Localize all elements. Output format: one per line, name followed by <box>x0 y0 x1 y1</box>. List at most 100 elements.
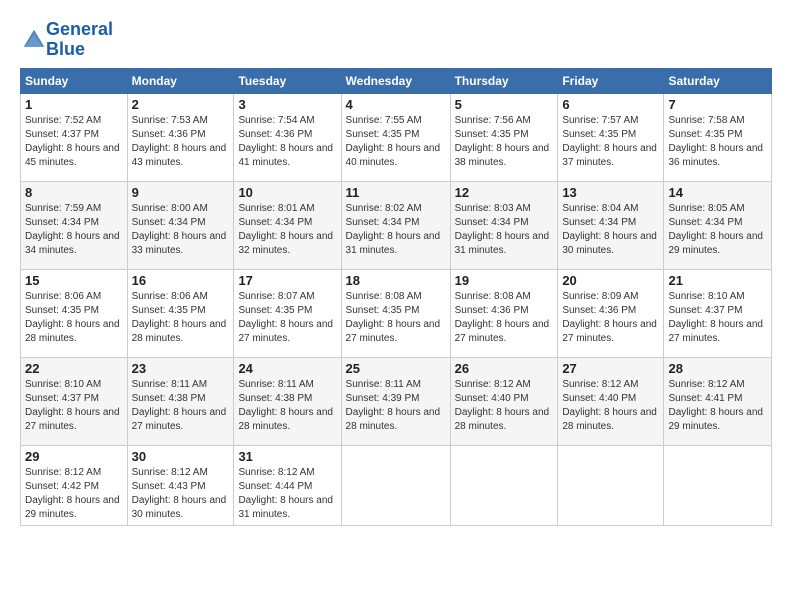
calendar-cell: 2 Sunrise: 7:53 AM Sunset: 4:36 PM Dayli… <box>127 93 234 181</box>
calendar-cell: 16 Sunrise: 8:06 AM Sunset: 4:35 PM Dayl… <box>127 269 234 357</box>
day-number: 20 <box>562 273 659 288</box>
calendar-cell: 19 Sunrise: 8:08 AM Sunset: 4:36 PM Dayl… <box>450 269 558 357</box>
calendar-cell: 12 Sunrise: 8:03 AM Sunset: 4:34 PM Dayl… <box>450 181 558 269</box>
day-info: Sunrise: 8:07 AM Sunset: 4:35 PM Dayligh… <box>238 290 336 346</box>
day-number: 28 <box>668 361 767 376</box>
day-number: 30 <box>132 449 230 464</box>
day-info: Sunrise: 8:06 AM Sunset: 4:35 PM Dayligh… <box>25 290 123 346</box>
day-info: Sunrise: 8:06 AM Sunset: 4:35 PM Dayligh… <box>132 290 230 346</box>
calendar-cell: 10 Sunrise: 8:01 AM Sunset: 4:34 PM Dayl… <box>234 181 341 269</box>
calendar-cell: 30 Sunrise: 8:12 AM Sunset: 4:43 PM Dayl… <box>127 445 234 525</box>
day-number: 5 <box>455 97 554 112</box>
day-info: Sunrise: 8:11 AM Sunset: 4:39 PM Dayligh… <box>346 378 446 434</box>
day-info: Sunrise: 8:08 AM Sunset: 4:36 PM Dayligh… <box>455 290 554 346</box>
day-number: 27 <box>562 361 659 376</box>
day-number: 11 <box>346 185 446 200</box>
calendar-cell: 7 Sunrise: 7:58 AM Sunset: 4:35 PM Dayli… <box>664 93 772 181</box>
day-number: 26 <box>455 361 554 376</box>
calendar-cell: 23 Sunrise: 8:11 AM Sunset: 4:38 PM Dayl… <box>127 357 234 445</box>
calendar-cell: 1 Sunrise: 7:52 AM Sunset: 4:37 PM Dayli… <box>21 93 128 181</box>
day-info: Sunrise: 7:52 AM Sunset: 4:37 PM Dayligh… <box>25 114 123 170</box>
day-info: Sunrise: 7:57 AM Sunset: 4:35 PM Dayligh… <box>562 114 659 170</box>
day-info: Sunrise: 8:10 AM Sunset: 4:37 PM Dayligh… <box>668 290 767 346</box>
day-info: Sunrise: 7:59 AM Sunset: 4:34 PM Dayligh… <box>25 202 123 258</box>
day-info: Sunrise: 8:10 AM Sunset: 4:37 PM Dayligh… <box>25 378 123 434</box>
calendar-cell: 18 Sunrise: 8:08 AM Sunset: 4:35 PM Dayl… <box>341 269 450 357</box>
calendar-cell: 6 Sunrise: 7:57 AM Sunset: 4:35 PM Dayli… <box>558 93 664 181</box>
day-info: Sunrise: 8:12 AM Sunset: 4:40 PM Dayligh… <box>455 378 554 434</box>
calendar-header-saturday: Saturday <box>664 68 772 93</box>
day-info: Sunrise: 8:05 AM Sunset: 4:34 PM Dayligh… <box>668 202 767 258</box>
day-number: 14 <box>668 185 767 200</box>
calendar-cell: 24 Sunrise: 8:11 AM Sunset: 4:38 PM Dayl… <box>234 357 341 445</box>
day-info: Sunrise: 8:09 AM Sunset: 4:36 PM Dayligh… <box>562 290 659 346</box>
day-number: 9 <box>132 185 230 200</box>
day-number: 31 <box>238 449 336 464</box>
day-number: 25 <box>346 361 446 376</box>
calendar-cell: 17 Sunrise: 8:07 AM Sunset: 4:35 PM Dayl… <box>234 269 341 357</box>
calendar-header-sunday: Sunday <box>21 68 128 93</box>
calendar-cell <box>341 445 450 525</box>
day-number: 16 <box>132 273 230 288</box>
calendar-week-4: 22 Sunrise: 8:10 AM Sunset: 4:37 PM Dayl… <box>21 357 772 445</box>
day-info: Sunrise: 8:00 AM Sunset: 4:34 PM Dayligh… <box>132 202 230 258</box>
day-info: Sunrise: 7:53 AM Sunset: 4:36 PM Dayligh… <box>132 114 230 170</box>
logo-text: General Blue <box>46 20 113 60</box>
day-info: Sunrise: 8:12 AM Sunset: 4:40 PM Dayligh… <box>562 378 659 434</box>
day-number: 7 <box>668 97 767 112</box>
calendar-cell: 4 Sunrise: 7:55 AM Sunset: 4:35 PM Dayli… <box>341 93 450 181</box>
day-number: 10 <box>238 185 336 200</box>
day-info: Sunrise: 8:12 AM Sunset: 4:43 PM Dayligh… <box>132 466 230 522</box>
calendar-header-tuesday: Tuesday <box>234 68 341 93</box>
day-number: 6 <box>562 97 659 112</box>
calendar-cell: 13 Sunrise: 8:04 AM Sunset: 4:34 PM Dayl… <box>558 181 664 269</box>
calendar-cell: 26 Sunrise: 8:12 AM Sunset: 4:40 PM Dayl… <box>450 357 558 445</box>
day-number: 19 <box>455 273 554 288</box>
calendar-week-2: 8 Sunrise: 7:59 AM Sunset: 4:34 PM Dayli… <box>21 181 772 269</box>
calendar-cell: 15 Sunrise: 8:06 AM Sunset: 4:35 PM Dayl… <box>21 269 128 357</box>
calendar-header-thursday: Thursday <box>450 68 558 93</box>
day-number: 3 <box>238 97 336 112</box>
calendar-table: SundayMondayTuesdayWednesdayThursdayFrid… <box>20 68 772 526</box>
logo: General Blue <box>20 20 113 60</box>
calendar-cell: 3 Sunrise: 7:54 AM Sunset: 4:36 PM Dayli… <box>234 93 341 181</box>
day-number: 8 <box>25 185 123 200</box>
calendar-cell: 11 Sunrise: 8:02 AM Sunset: 4:34 PM Dayl… <box>341 181 450 269</box>
day-number: 17 <box>238 273 336 288</box>
day-number: 22 <box>25 361 123 376</box>
day-info: Sunrise: 8:01 AM Sunset: 4:34 PM Dayligh… <box>238 202 336 258</box>
calendar-header-friday: Friday <box>558 68 664 93</box>
calendar-week-3: 15 Sunrise: 8:06 AM Sunset: 4:35 PM Dayl… <box>21 269 772 357</box>
calendar-cell: 27 Sunrise: 8:12 AM Sunset: 4:40 PM Dayl… <box>558 357 664 445</box>
calendar-cell: 29 Sunrise: 8:12 AM Sunset: 4:42 PM Dayl… <box>21 445 128 525</box>
day-info: Sunrise: 8:08 AM Sunset: 4:35 PM Dayligh… <box>346 290 446 346</box>
day-info: Sunrise: 7:58 AM Sunset: 4:35 PM Dayligh… <box>668 114 767 170</box>
calendar-cell: 9 Sunrise: 8:00 AM Sunset: 4:34 PM Dayli… <box>127 181 234 269</box>
day-number: 18 <box>346 273 446 288</box>
calendar-week-1: 1 Sunrise: 7:52 AM Sunset: 4:37 PM Dayli… <box>21 93 772 181</box>
day-number: 23 <box>132 361 230 376</box>
day-number: 13 <box>562 185 659 200</box>
day-number: 12 <box>455 185 554 200</box>
day-number: 4 <box>346 97 446 112</box>
day-info: Sunrise: 8:04 AM Sunset: 4:34 PM Dayligh… <box>562 202 659 258</box>
calendar-cell: 28 Sunrise: 8:12 AM Sunset: 4:41 PM Dayl… <box>664 357 772 445</box>
day-info: Sunrise: 7:55 AM Sunset: 4:35 PM Dayligh… <box>346 114 446 170</box>
day-number: 15 <box>25 273 123 288</box>
day-number: 29 <box>25 449 123 464</box>
calendar-cell: 21 Sunrise: 8:10 AM Sunset: 4:37 PM Dayl… <box>664 269 772 357</box>
calendar-cell: 8 Sunrise: 7:59 AM Sunset: 4:34 PM Dayli… <box>21 181 128 269</box>
day-info: Sunrise: 7:54 AM Sunset: 4:36 PM Dayligh… <box>238 114 336 170</box>
calendar-header-monday: Monday <box>127 68 234 93</box>
day-info: Sunrise: 7:56 AM Sunset: 4:35 PM Dayligh… <box>455 114 554 170</box>
day-number: 2 <box>132 97 230 112</box>
calendar-cell: 5 Sunrise: 7:56 AM Sunset: 4:35 PM Dayli… <box>450 93 558 181</box>
day-info: Sunrise: 8:12 AM Sunset: 4:42 PM Dayligh… <box>25 466 123 522</box>
day-info: Sunrise: 8:02 AM Sunset: 4:34 PM Dayligh… <box>346 202 446 258</box>
calendar-cell: 14 Sunrise: 8:05 AM Sunset: 4:34 PM Dayl… <box>664 181 772 269</box>
calendar-cell <box>450 445 558 525</box>
day-info: Sunrise: 8:11 AM Sunset: 4:38 PM Dayligh… <box>132 378 230 434</box>
day-info: Sunrise: 8:12 AM Sunset: 4:44 PM Dayligh… <box>238 466 336 522</box>
calendar-week-5: 29 Sunrise: 8:12 AM Sunset: 4:42 PM Dayl… <box>21 445 772 525</box>
header: General Blue <box>20 16 772 60</box>
